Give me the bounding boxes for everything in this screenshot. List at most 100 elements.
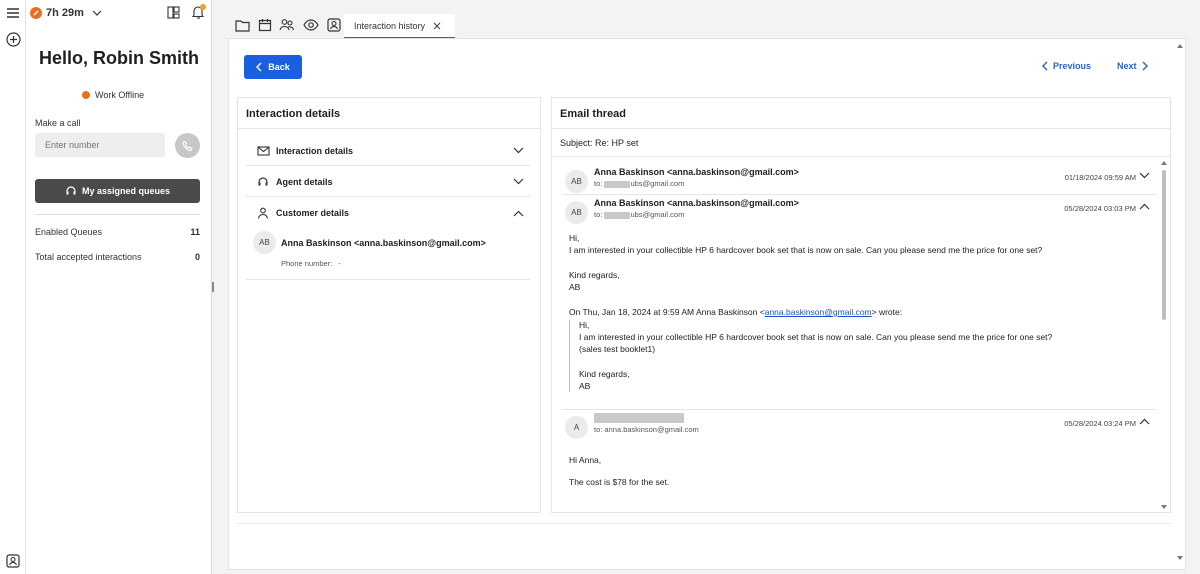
accordion-customer-details[interactable]: Customer details	[246, 198, 530, 228]
recipient: to: anna.baskinson@gmail.com	[594, 425, 699, 434]
customer-phone: Phone number: -	[281, 259, 341, 268]
accordion-agent-details[interactable]: Agent details	[246, 167, 530, 197]
phone-label: Phone number:	[281, 259, 333, 268]
sender: Anna Baskinson <anna.baskinson@gmail.com…	[594, 198, 799, 208]
menu-icon[interactable]	[5, 5, 21, 21]
email-message-expanded[interactable]: A to: anna.baskinson@gmail.com 05/28/202…	[562, 412, 1156, 443]
headset-icon	[256, 175, 270, 189]
message-date: 01/18/2024 09:59 AM	[1064, 173, 1136, 182]
divider	[562, 409, 1156, 410]
divider	[238, 128, 540, 129]
divider	[246, 279, 530, 280]
previous-button[interactable]: Previous	[1042, 61, 1091, 71]
session-timer[interactable]: 7h 29m	[30, 5, 102, 21]
scroll-down-icon[interactable]	[1160, 504, 1168, 510]
accordion-label: Agent details	[276, 176, 333, 187]
contacts-icon[interactable]	[279, 17, 295, 33]
stat-total-accepted: Total accepted interactions 0	[35, 252, 200, 262]
quote-line: Hi,	[579, 320, 590, 330]
stat-enabled-queues: Enabled Queues 11	[35, 227, 200, 237]
chevron-right-icon	[1142, 61, 1148, 71]
scroll-down-icon[interactable]	[1176, 555, 1184, 561]
close-icon[interactable]	[433, 22, 441, 30]
email-message-expanded[interactable]: AB Anna Baskinson <anna.baskinson@gmail.…	[562, 198, 1156, 228]
make-call-label: Make a call	[35, 118, 81, 128]
redacted-text	[604, 180, 631, 188]
tab-interaction-history[interactable]: Interaction history	[344, 14, 455, 39]
agent-status[interactable]: Work Offline	[82, 90, 144, 100]
add-circle-icon[interactable]	[5, 31, 21, 47]
redacted-text	[594, 412, 684, 423]
my-assigned-queues-button[interactable]: My assigned queues	[35, 179, 200, 203]
accordion-interaction-details[interactable]: Interaction details	[246, 136, 530, 166]
redacted-text	[604, 211, 631, 219]
body-line: Hi Anna,	[569, 455, 602, 465]
customer-row: AB	[253, 231, 276, 254]
customer-name: Anna Baskinson <anna.baskinson@gmail.com…	[281, 238, 486, 248]
notification-bell-icon[interactable]	[191, 4, 206, 20]
thread-scrollbar[interactable]	[1160, 160, 1168, 510]
chevron-down-icon	[513, 147, 524, 154]
avatar: A	[565, 416, 588, 439]
call-button[interactable]	[175, 133, 200, 158]
contact-card-icon[interactable]	[326, 17, 342, 33]
quote-intro: On Thu, Jan 18, 2024 at 9:59 AM Anna Bas…	[569, 307, 902, 317]
email-thread-panel: Email thread Subject: Re: HP set AB Anna…	[551, 97, 1171, 513]
phone-icon	[181, 140, 193, 151]
chevron-up-icon[interactable]	[1139, 203, 1150, 210]
headset-icon	[66, 186, 76, 195]
resize-handle[interactable]	[212, 282, 214, 292]
layout-icon[interactable]	[167, 6, 180, 19]
status-label: Work Offline	[95, 90, 145, 100]
body-line: I am interested in your collectible HP 6…	[569, 245, 1043, 255]
folder-icon[interactable]	[234, 17, 250, 33]
chevron-down-icon	[513, 178, 524, 185]
chevron-up-icon[interactable]	[1139, 418, 1150, 425]
to-suffix: ubs@gmail.com	[630, 179, 685, 188]
message-date: 05/28/2024 03:03 PM	[1064, 204, 1136, 213]
quote-intro-text: On Thu, Jan 18, 2024 at 9:59 AM Anna Bas…	[569, 307, 765, 317]
chevron-down-icon[interactable]	[1139, 172, 1150, 179]
accordion-label: Customer details	[276, 208, 350, 218]
avatar: AB	[565, 170, 588, 193]
divider	[562, 194, 1156, 195]
recipient: to: ubs@gmail.com	[594, 179, 684, 188]
stat-value: 0	[194, 252, 200, 262]
next-button[interactable]: Next	[1117, 61, 1148, 71]
divider	[552, 128, 1170, 129]
message-date: 05/28/2024 03:24 PM	[1064, 419, 1136, 428]
left-rail	[0, 0, 26, 574]
scroll-up-icon[interactable]	[1160, 160, 1168, 166]
to-suffix: ubs@gmail.com	[630, 210, 685, 219]
body-line: The cost is $78 for the set.	[569, 477, 670, 487]
stat-value: 11	[190, 227, 200, 237]
back-button[interactable]: Back	[244, 55, 302, 79]
avatar: AB	[565, 201, 588, 224]
divider	[237, 523, 1171, 524]
stat-label: Total accepted interactions	[35, 252, 142, 262]
agent-panel: 7h 29m Hello, Robin Smith Work Offline M…	[26, 0, 212, 574]
quote-line: I am interested in your collectible HP 6…	[579, 332, 1053, 342]
chevron-up-icon	[513, 210, 524, 216]
eye-icon[interactable]	[303, 17, 319, 33]
email-link[interactable]: anna.baskinson@gmail.com	[765, 307, 872, 317]
scroll-up-icon[interactable]	[1176, 43, 1184, 49]
status-dot-icon	[82, 91, 90, 99]
main-scrollbar[interactable]	[1176, 41, 1184, 567]
contact-card-icon[interactable]	[5, 553, 21, 569]
body-line: AB	[569, 282, 581, 292]
status-dot-icon	[30, 7, 42, 19]
divider	[35, 214, 200, 215]
email-message-collapsed[interactable]: AB Anna Baskinson <anna.baskinson@gmail.…	[562, 167, 1156, 197]
phone-number-input[interactable]	[35, 133, 165, 157]
to-prefix: to:	[594, 179, 603, 188]
sender	[594, 412, 684, 423]
quote-line: Kind regards,	[579, 369, 630, 379]
scroll-thumb[interactable]	[1162, 170, 1166, 320]
greeting-title: Hello, Robin Smith	[39, 48, 199, 68]
recipient: to: ubs@gmail.com	[594, 210, 684, 219]
chevron-down-icon	[92, 10, 102, 16]
avatar: AB	[253, 231, 276, 254]
calendar-icon[interactable]	[257, 17, 273, 33]
next-label: Next	[1117, 61, 1137, 71]
